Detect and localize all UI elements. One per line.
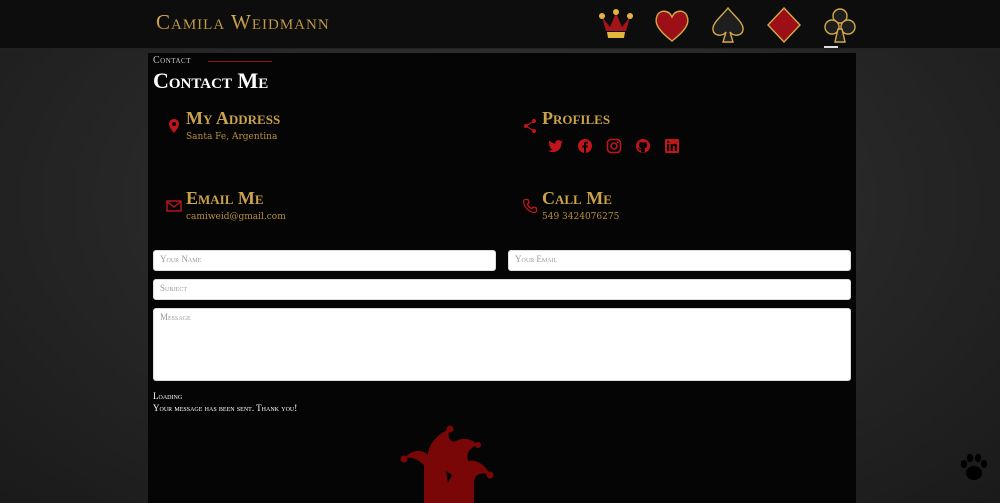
phone-icon bbox=[522, 198, 538, 214]
club-icon bbox=[824, 8, 856, 43]
loading-text: Loading bbox=[153, 391, 183, 401]
message-textarea[interactable]: Message bbox=[153, 308, 851, 381]
diamond-icon bbox=[767, 6, 801, 44]
paw-icon[interactable] bbox=[957, 450, 991, 484]
subject-input[interactable]: Subject bbox=[153, 279, 851, 300]
share-icon bbox=[522, 118, 538, 134]
nav-heart-link[interactable] bbox=[650, 4, 694, 46]
instagram-icon[interactable] bbox=[606, 138, 622, 154]
form-status: Loading Your message has been sent. Than… bbox=[153, 390, 297, 414]
nav-jester-link[interactable] bbox=[594, 4, 638, 46]
heart-icon bbox=[655, 10, 689, 42]
brand-logo[interactable]: Camila Weidmann bbox=[156, 10, 330, 35]
nav-spade-link[interactable] bbox=[706, 4, 750, 46]
call-heading: Call Me bbox=[542, 188, 612, 208]
facebook-icon[interactable] bbox=[577, 138, 593, 154]
linkedin-icon[interactable] bbox=[664, 138, 680, 154]
contact-section: Contact Contact Me My Address Santa Fe, … bbox=[148, 53, 856, 503]
email-input[interactable]: Your Email bbox=[508, 250, 851, 271]
nav-diamond-link[interactable] bbox=[762, 4, 806, 46]
sent-message: Your message has been sent. Thank you! bbox=[153, 403, 298, 413]
breadcrumb-divider bbox=[208, 61, 272, 62]
jester-illustration bbox=[400, 425, 494, 503]
twitter-icon[interactable] bbox=[548, 138, 564, 154]
address-value: Santa Fe, Argentina bbox=[186, 132, 278, 142]
social-links bbox=[548, 138, 680, 154]
nav-club-link[interactable] bbox=[818, 4, 862, 48]
profiles-heading: Profiles bbox=[542, 108, 611, 128]
top-navbar: Camila Weidmann bbox=[0, 0, 1000, 49]
email-value[interactable]: camiweid@gmail.com bbox=[186, 212, 286, 222]
jester-icon bbox=[599, 9, 633, 38]
name-input[interactable]: Your Name bbox=[153, 250, 496, 271]
page-title: Contact Me bbox=[153, 68, 269, 93]
section-breadcrumb: Contact bbox=[153, 55, 191, 66]
map-pin-icon bbox=[166, 118, 182, 134]
address-heading: My Address bbox=[186, 108, 281, 128]
call-value[interactable]: 549 3424076275 bbox=[542, 212, 619, 222]
github-icon[interactable] bbox=[635, 138, 651, 154]
main-nav bbox=[594, 4, 862, 48]
envelope-icon bbox=[166, 198, 182, 214]
email-heading: Email Me bbox=[186, 188, 264, 208]
spade-icon bbox=[712, 6, 744, 43]
